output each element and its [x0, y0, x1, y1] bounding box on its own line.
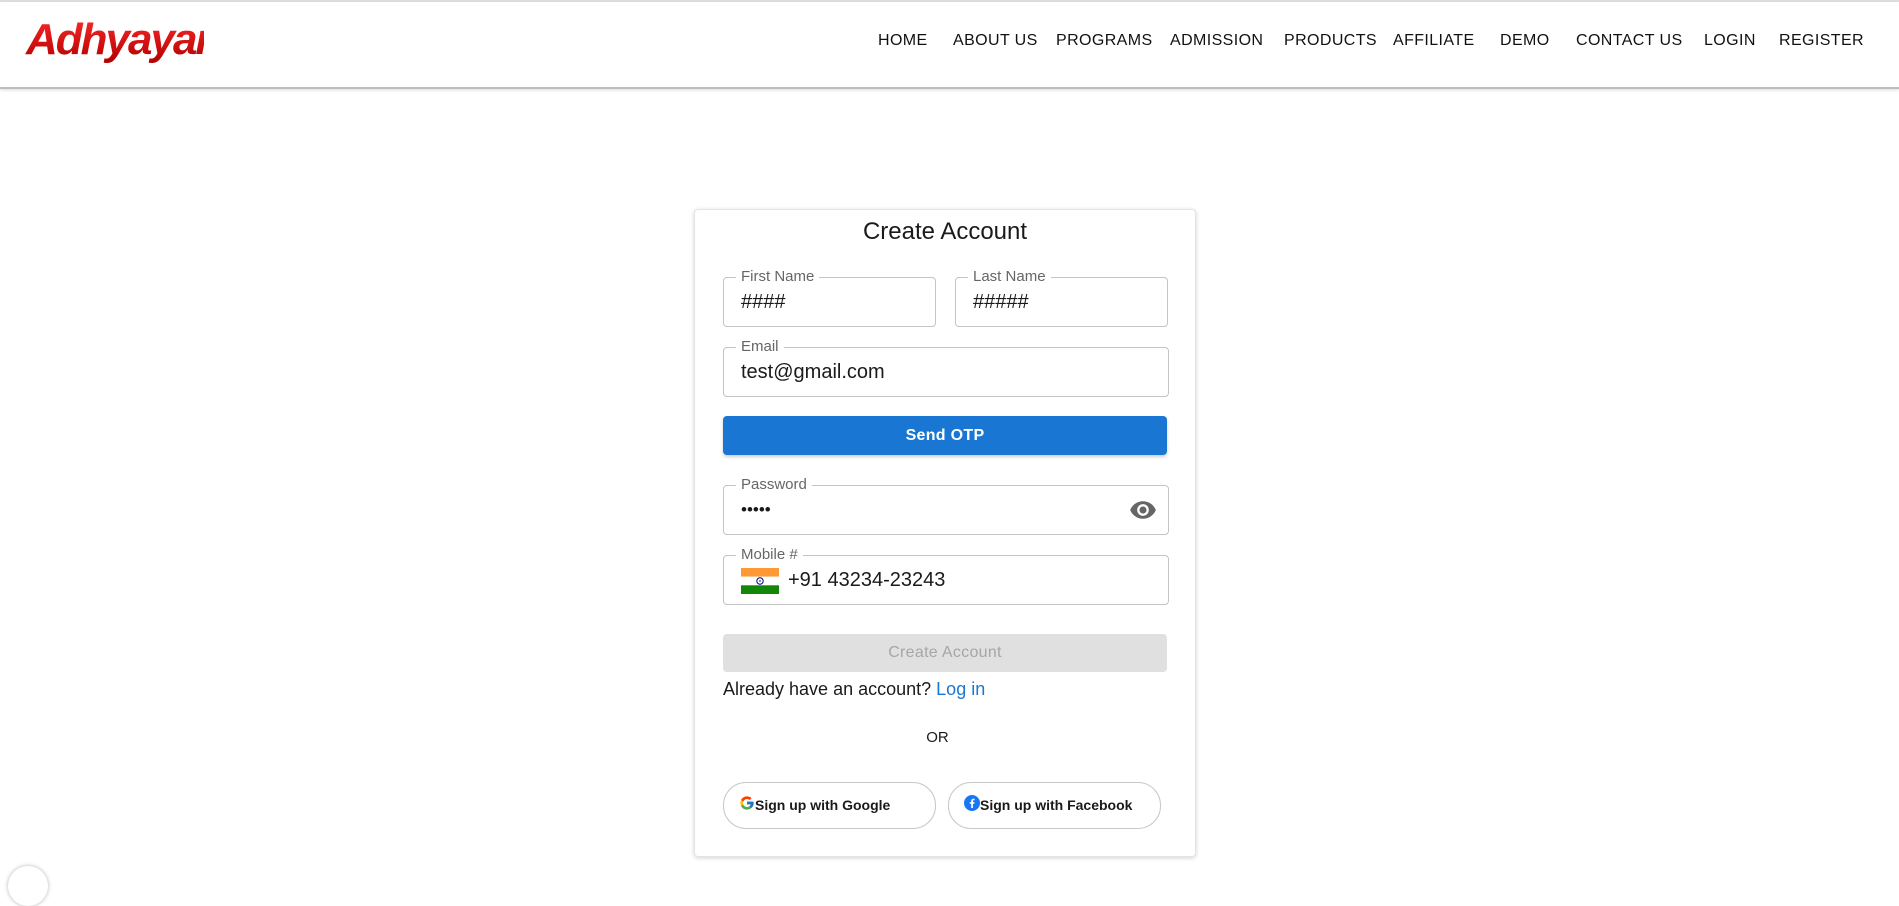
chat-widget-button[interactable]: [8, 866, 48, 906]
login-prompt: Already have an account? Log in: [723, 679, 985, 700]
send-otp-button[interactable]: Send OTP: [723, 416, 1167, 455]
last-name-field[interactable]: Last Name #####: [955, 268, 1168, 327]
india-flag-icon[interactable]: [741, 568, 779, 594]
nav-contact-us[interactable]: CONTACT US: [1576, 32, 1683, 50]
password-value: •••••: [741, 500, 771, 519]
mobile-value: +91 43234-23243: [788, 569, 946, 591]
create-account-button[interactable]: Create Account: [723, 634, 1167, 672]
password-label: Password: [736, 476, 812, 494]
google-signup-button[interactable]: Sign up with Google: [723, 782, 936, 829]
already-text: Already have an account?: [723, 679, 932, 699]
eye-icon[interactable]: [1128, 496, 1158, 524]
first-name-field[interactable]: First Name ####: [723, 268, 936, 327]
last-name-value: #####: [973, 291, 1029, 313]
nav-about-us[interactable]: ABOUT US: [953, 32, 1038, 50]
google-icon: [739, 795, 755, 811]
email-label: Email: [736, 338, 784, 356]
facebook-signup-label: Sign up with Facebook: [980, 797, 1133, 813]
mobile-label: Mobile #: [736, 546, 803, 564]
nav-register[interactable]: REGISTER: [1779, 32, 1864, 50]
password-field[interactable]: Password •••••: [723, 476, 1169, 535]
nav-demo[interactable]: DEMO: [1500, 32, 1550, 50]
facebook-signup-button[interactable]: Sign up with Facebook: [948, 782, 1161, 829]
create-account-card: Create Account First Name #### Last Name…: [694, 209, 1196, 857]
first-name-label: First Name: [736, 268, 820, 286]
main-nav: HOME ABOUT US PROGRAMS ADMISSION PRODUCT…: [0, 32, 1899, 58]
site-header: Adhyayan HOME ABOUT US PROGRAMS ADMISSIO…: [0, 2, 1899, 89]
nav-login[interactable]: LOGIN: [1704, 32, 1756, 50]
nav-admission[interactable]: ADMISSION: [1170, 32, 1263, 50]
google-signup-label: Sign up with Google: [755, 797, 891, 813]
nav-home[interactable]: HOME: [878, 32, 928, 50]
form-title: Create Account: [862, 218, 1028, 245]
mobile-field[interactable]: Mobile # +91 43234-23243: [723, 546, 1169, 605]
email-value: test@gmail.com: [741, 361, 885, 383]
login-link[interactable]: Log in: [936, 679, 985, 699]
facebook-icon: [964, 795, 980, 811]
last-name-label: Last Name: [968, 268, 1051, 286]
email-field[interactable]: Email test@gmail.com: [723, 338, 1169, 397]
or-divider: OR: [926, 729, 949, 746]
first-name-value: ####: [741, 291, 786, 313]
nav-programs[interactable]: PROGRAMS: [1056, 32, 1153, 50]
nav-affiliate[interactable]: AFFILIATE: [1393, 32, 1475, 50]
nav-products[interactable]: PRODUCTS: [1284, 32, 1377, 50]
